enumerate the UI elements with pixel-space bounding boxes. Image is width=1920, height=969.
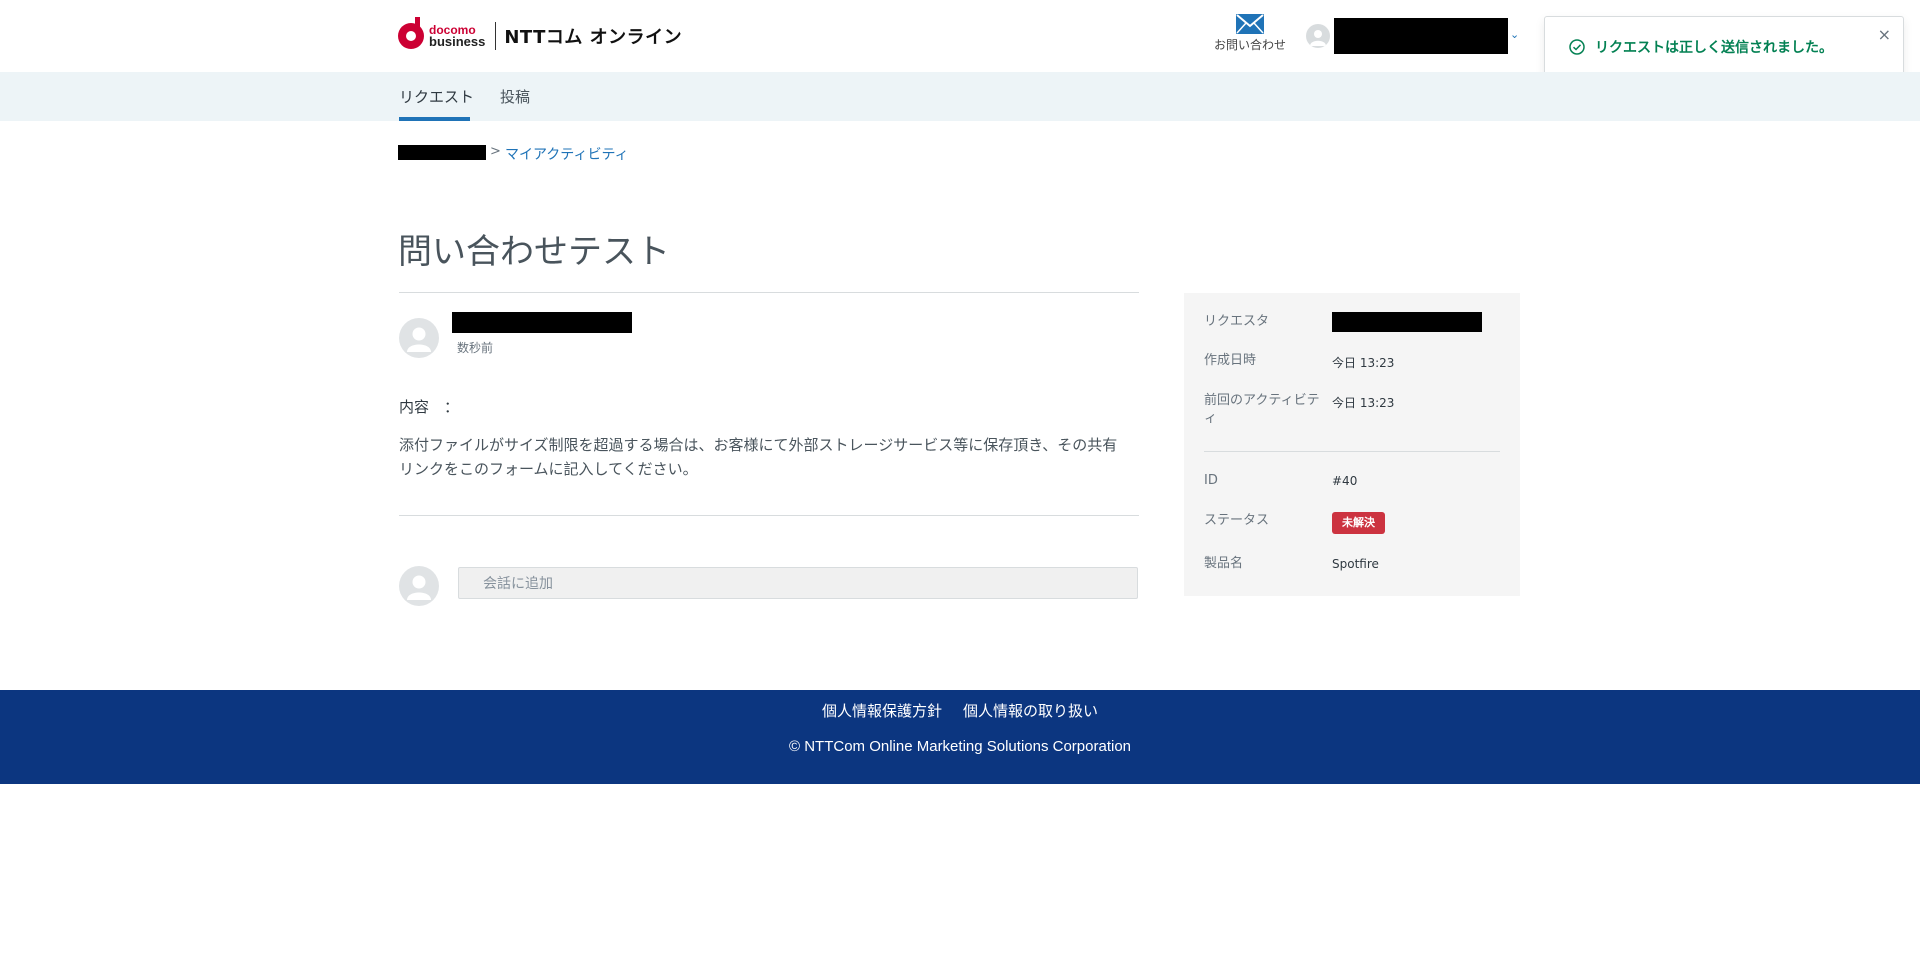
details-divider (1204, 451, 1500, 452)
site-footer: 個人情報保護方針 個人情報の取り扱い © NTTCom Online Marke… (0, 690, 1920, 784)
created-label: 作成日時 (1204, 353, 1257, 368)
mail-icon (1236, 14, 1264, 34)
active-tab-indicator (399, 117, 470, 121)
docomo-d-mark (398, 17, 424, 49)
logo-brand-text: NTTコム オンライン (504, 27, 683, 48)
docomo-business-wordmark: docomo business (429, 24, 485, 48)
toast-message: リクエストは正しく送信されました。 (1595, 40, 1833, 56)
breadcrumb-home-redacted[interactable] (398, 145, 486, 160)
tab-posts[interactable]: 投稿 (500, 86, 530, 107)
comment-timestamp: 数秒前 (457, 341, 494, 355)
tab-requests[interactable]: リクエスト (399, 86, 474, 107)
copyright-text: © NTTCom Online Marketing Solutions Corp… (788, 738, 1132, 755)
title-divider (399, 292, 1139, 293)
product-label: 製品名 (1204, 556, 1244, 571)
status-badge: 未解決 (1332, 512, 1385, 534)
current-user-avatar (399, 566, 439, 606)
user-icon (407, 575, 431, 600)
success-toast: リクエストは正しく送信されました。 × (1544, 16, 1904, 78)
site-logo[interactable]: docomo business NTTコム オンライン (398, 17, 683, 54)
page-title: 問い合わせテスト (398, 232, 670, 272)
breadcrumb-my-activity[interactable]: マイアクティビティ (505, 144, 629, 164)
id-label: ID (1204, 473, 1218, 488)
requester-value-redacted (1332, 312, 1482, 332)
content-body: 添付ファイルがサイズ制限を超過する場合は、お客様にて外部ストレージサービス等に保… (399, 436, 1118, 478)
check-circle-icon (1569, 39, 1585, 55)
privacy-handling-link[interactable]: 個人情報の取り扱い (963, 700, 1098, 721)
sub-navigation: リクエスト 投稿 (0, 72, 1920, 121)
requester-label: リクエスタ (1204, 314, 1270, 329)
content-label: 内容 ： (399, 398, 460, 416)
product-value: Spotfire (1332, 557, 1379, 571)
user-avatar[interactable] (1306, 24, 1330, 48)
id-value: #40 (1332, 474, 1358, 488)
author-avatar (399, 318, 439, 358)
chevron-down-icon[interactable]: ⌄ (1510, 28, 1519, 41)
contact-label: お問い合わせ (1213, 38, 1286, 52)
author-name-redacted (452, 312, 632, 333)
request-details-panel: リクエスタ 作成日時 今日 13:23 前回のアクティビティ 今日 13:23 … (1184, 293, 1520, 596)
privacy-policy-link[interactable]: 個人情報保護方針 (822, 700, 942, 721)
contact-link[interactable]: お問い合わせ (1210, 14, 1290, 53)
created-value: 今日 13:23 (1332, 356, 1395, 370)
status-label: ステータス (1204, 513, 1270, 528)
logo-business-text: business (429, 34, 486, 49)
last-activity-value: 今日 13:23 (1332, 396, 1395, 410)
close-icon[interactable]: × (1878, 25, 1891, 44)
user-name-redacted[interactable] (1334, 18, 1508, 54)
user-icon (407, 327, 431, 352)
last-activity-label: 前回のアクティビティ (1204, 393, 1320, 426)
user-icon (1310, 30, 1326, 46)
logo-divider (495, 22, 497, 50)
add-to-conversation-input[interactable]: 会話に追加 (458, 567, 1138, 599)
comment-divider (399, 515, 1139, 516)
breadcrumb-separator: > (490, 144, 501, 159)
